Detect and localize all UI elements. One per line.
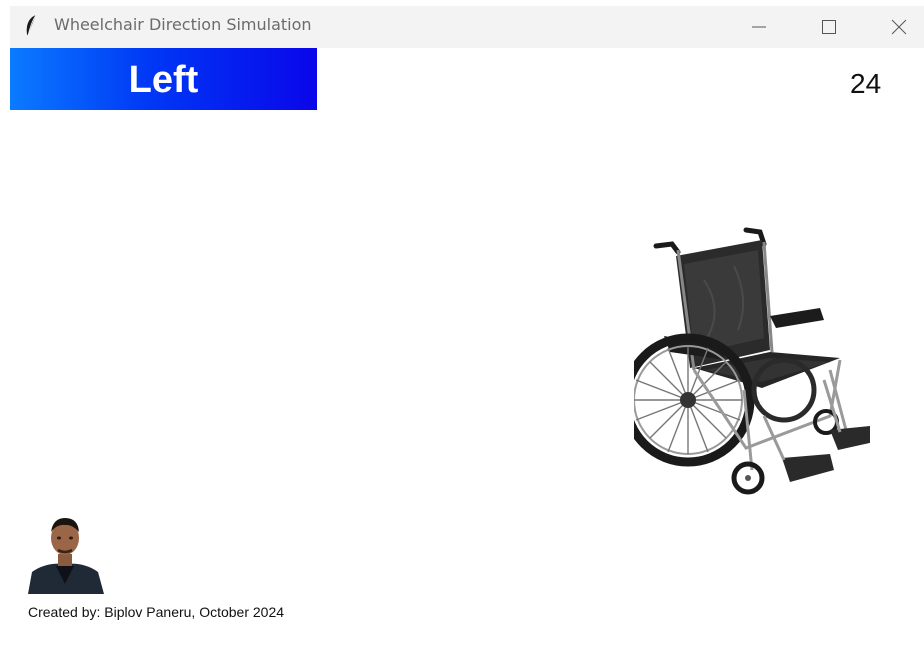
maximize-icon	[822, 20, 836, 34]
direction-banner: Left	[10, 48, 317, 110]
wheelchair-image	[621, 220, 874, 500]
title-bar[interactable]: Wheelchair Direction Simulation	[10, 6, 924, 48]
direction-label: Left	[128, 59, 199, 101]
creator-credit: Created by: Biplov Paneru, October 2024	[28, 604, 285, 620]
app-window: Wheelchair Direction Simulation Left 24	[10, 6, 924, 658]
minimize-icon	[752, 26, 766, 28]
close-icon	[891, 19, 907, 35]
maximize-button[interactable]	[806, 6, 852, 48]
creator-photo	[26, 514, 104, 594]
window-title: Wheelchair Direction Simulation	[54, 15, 312, 34]
countdown-counter: 24	[850, 68, 882, 99]
close-button[interactable]	[876, 6, 922, 48]
feather-icon	[24, 14, 38, 38]
minimize-button[interactable]	[736, 6, 782, 48]
